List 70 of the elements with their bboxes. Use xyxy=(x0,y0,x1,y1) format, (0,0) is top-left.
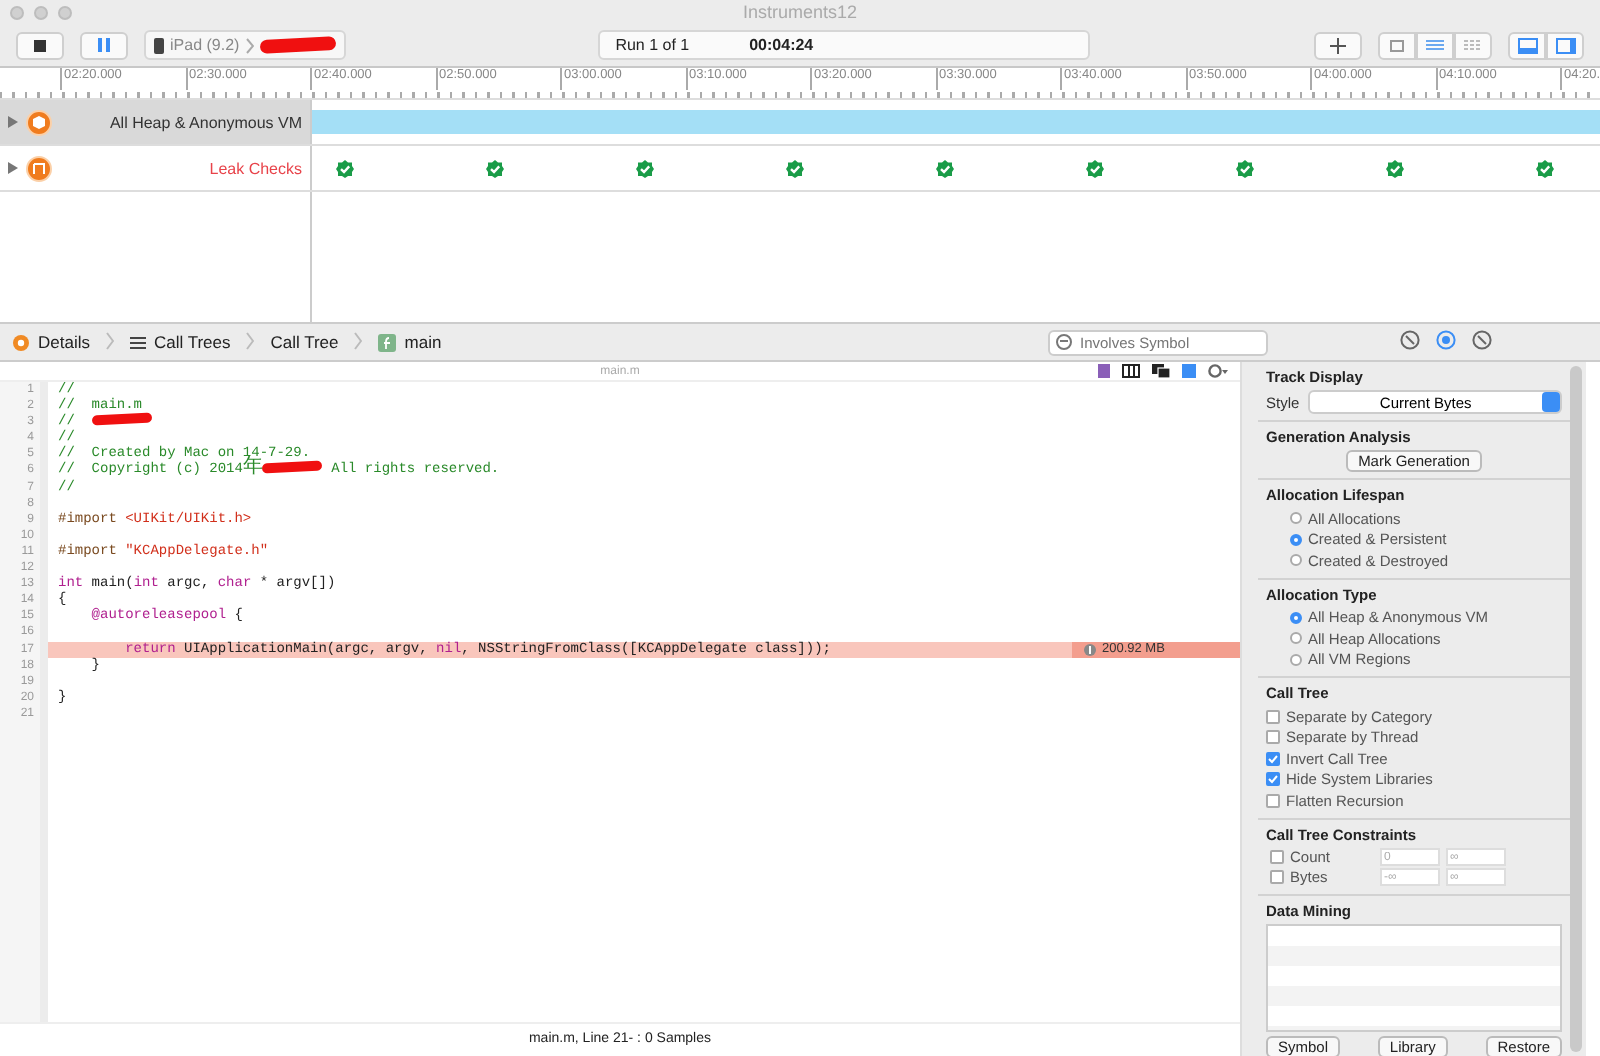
record-view-button[interactable] xyxy=(1378,31,1416,59)
stop-icon xyxy=(34,39,46,51)
stop-button[interactable] xyxy=(16,31,64,59)
breadcrumb[interactable]: Details xyxy=(8,332,94,352)
windows-icon xyxy=(1152,364,1170,378)
minimize-button[interactable] xyxy=(34,5,48,19)
list-icon xyxy=(1426,39,1444,51)
disclosure-triangle-icon xyxy=(8,162,18,174)
radio-button[interactable] xyxy=(1290,653,1302,666)
disclosure-triangle-icon xyxy=(8,116,18,128)
data-mining-list[interactable] xyxy=(1266,923,1562,1031)
tablet-icon xyxy=(154,37,164,53)
search-icon xyxy=(1056,334,1072,350)
chevron-icon xyxy=(354,331,363,349)
run-label: Run 1 of 1 xyxy=(615,36,690,54)
list-view-button[interactable] xyxy=(1416,31,1454,59)
checkmark-icon xyxy=(636,159,654,177)
radio-button[interactable] xyxy=(1290,611,1302,624)
checkbox[interactable] xyxy=(1270,850,1284,864)
function-icon xyxy=(378,333,397,351)
plus-icon xyxy=(1330,37,1346,53)
no-entry-icon[interactable] xyxy=(1400,330,1420,354)
square-icon xyxy=(1390,39,1404,51)
zoom-button[interactable] xyxy=(58,5,72,19)
bottom-panel-toggle[interactable] xyxy=(1508,31,1546,59)
checkmark-icon xyxy=(1236,159,1254,177)
radio-button[interactable] xyxy=(1290,512,1302,525)
track-name: Leak Checks xyxy=(207,159,302,177)
elapsed-time: 00:04:24 xyxy=(749,36,814,54)
grid-view-button[interactable] xyxy=(1454,31,1492,59)
breadcrumb[interactable]: Call Tree xyxy=(266,332,343,352)
checkbox[interactable] xyxy=(1266,772,1280,787)
checkmark-icon xyxy=(486,159,504,177)
add-button[interactable] xyxy=(1314,31,1362,59)
redaction-mark xyxy=(91,412,152,426)
radio-button[interactable] xyxy=(1290,554,1302,567)
checkmark-icon xyxy=(336,159,354,177)
checkbox[interactable] xyxy=(1266,751,1280,766)
breadcrumb[interactable]: main xyxy=(374,332,446,352)
close-button[interactable] xyxy=(10,5,24,19)
chevron-icon xyxy=(245,37,254,53)
checkmark-icon xyxy=(936,159,954,177)
panel-layout-icon xyxy=(1555,37,1575,53)
radio-button[interactable] xyxy=(1290,533,1302,546)
radio-button[interactable] xyxy=(1290,632,1302,645)
columns-icon xyxy=(1122,364,1140,378)
window-title: Instruments12 xyxy=(742,2,858,22)
pause-button[interactable] xyxy=(80,31,128,59)
checkmark-icon xyxy=(1386,159,1404,177)
checkbox[interactable] xyxy=(1270,870,1284,884)
track-header[interactable]: Leak Checks xyxy=(0,146,312,190)
checkmark-icon xyxy=(1086,159,1104,177)
pause-icon xyxy=(98,38,110,52)
grid-icon xyxy=(1464,39,1482,51)
chevron-icon xyxy=(246,331,255,349)
track-name: All Heap & Anonymous VM xyxy=(107,113,302,131)
redaction-mark xyxy=(262,461,324,475)
chevron-icon xyxy=(105,331,114,349)
right-panel-toggle[interactable] xyxy=(1546,31,1584,59)
panel-layout-icon xyxy=(1517,37,1537,53)
checkbox[interactable] xyxy=(1266,730,1280,745)
breadcrumb[interactable]: Call Trees xyxy=(125,332,235,352)
checkbox[interactable] xyxy=(1266,709,1280,724)
checkbox[interactable] xyxy=(1266,793,1280,808)
redaction-mark xyxy=(259,36,336,54)
checkmark-icon xyxy=(786,159,804,177)
document-icon xyxy=(1098,364,1110,378)
list-icon xyxy=(129,335,146,349)
track-header[interactable]: All Heap & Anonymous VM xyxy=(0,100,312,144)
checkmark-icon xyxy=(1536,159,1554,177)
